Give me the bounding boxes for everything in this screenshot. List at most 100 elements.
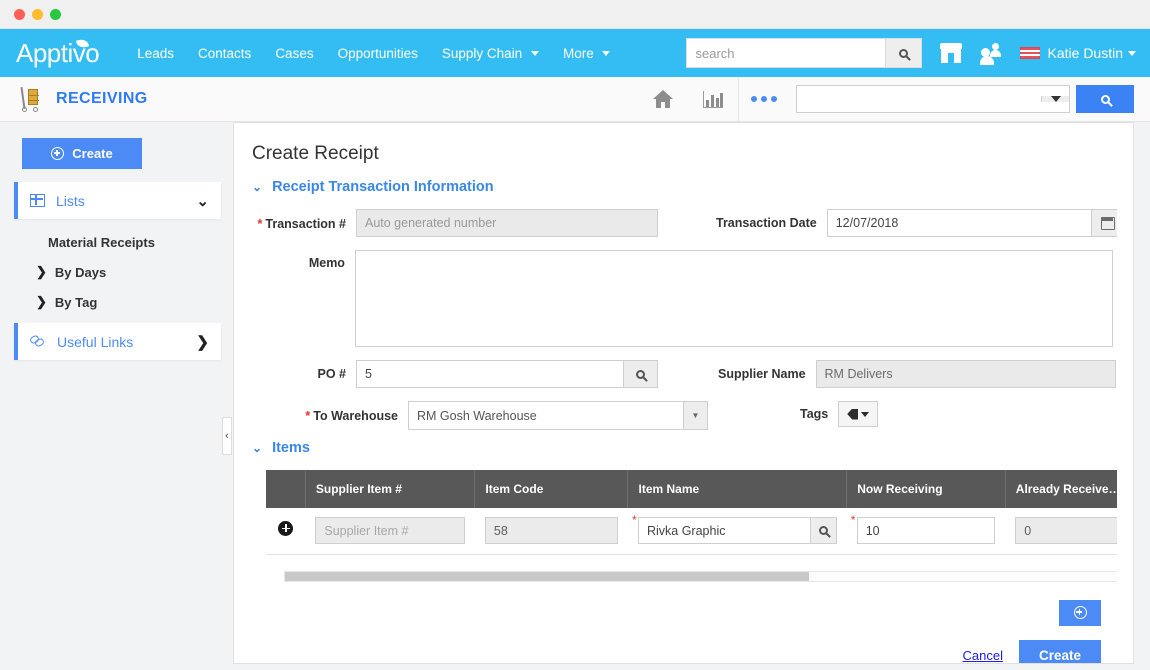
item-name-input[interactable] bbox=[638, 517, 811, 544]
form-row-transaction: *Transaction # Transaction Date bbox=[248, 209, 1113, 237]
add-item-button[interactable] bbox=[1059, 600, 1101, 626]
item-code-input bbox=[485, 517, 618, 544]
transaction-date-input[interactable] bbox=[827, 209, 1092, 237]
sidebar-item-lists[interactable]: Lists ⌄ bbox=[14, 182, 221, 219]
app-window: Apptivo Leads Contacts Cases Opportuniti… bbox=[0, 0, 1150, 670]
bar-chart-icon bbox=[703, 91, 723, 108]
chevron-down-icon[interactable]: ▼ bbox=[683, 402, 707, 429]
more-options-button[interactable] bbox=[738, 77, 788, 122]
form-actions: Cancel Create bbox=[266, 640, 1101, 665]
chevron-right-icon: ❯ bbox=[36, 294, 47, 310]
create-button[interactable]: Create bbox=[22, 138, 142, 169]
reports-button[interactable] bbox=[688, 77, 738, 122]
field-supplier-name: Supplier Name bbox=[718, 360, 1116, 388]
apptivo-logo[interactable]: Apptivo bbox=[16, 38, 99, 69]
chevron-down-icon: ⌄ bbox=[196, 192, 209, 210]
store-button[interactable] bbox=[940, 43, 962, 63]
memo-textarea[interactable] bbox=[355, 250, 1113, 347]
required-marker: * bbox=[257, 216, 262, 231]
search-icon bbox=[899, 49, 908, 58]
items-horizontal-scrollbar[interactable] bbox=[284, 571, 1134, 582]
form-row-po: PO # Supplier Name bbox=[248, 360, 1113, 388]
panel-right-edge bbox=[1117, 123, 1133, 663]
module-search-dropdown-button[interactable] bbox=[1041, 96, 1069, 102]
cell-supplier-item-no bbox=[305, 508, 475, 554]
items-table: Supplier Item # Item Code Item Name Now … bbox=[266, 470, 1134, 555]
store-icon bbox=[940, 43, 962, 63]
section-receipt-transaction-information[interactable]: ⌄ Receipt Transaction Information bbox=[252, 179, 1113, 195]
nav-item-contacts[interactable]: Contacts bbox=[186, 40, 263, 67]
items-table-body: * * bbox=[266, 508, 1134, 554]
close-window-button[interactable] bbox=[14, 9, 25, 20]
nav-item-opportunities-label: Opportunities bbox=[338, 46, 418, 61]
link-icon bbox=[30, 335, 46, 348]
items-table-head: Supplier Item # Item Code Item Name Now … bbox=[266, 470, 1134, 508]
nav-item-contacts-label: Contacts bbox=[198, 46, 251, 61]
nav-item-supply-chain[interactable]: Supply Chain bbox=[430, 40, 551, 67]
nav-item-supply-chain-label: Supply Chain bbox=[442, 46, 522, 61]
column-header-item-code: Item Code bbox=[475, 470, 628, 508]
nav-item-cases[interactable]: Cases bbox=[263, 40, 325, 67]
main-nav-links: Leads Contacts Cases Opportunities Suppl… bbox=[125, 40, 622, 67]
field-transaction-date-label: Transaction Date bbox=[716, 216, 827, 230]
po-no-input[interactable] bbox=[356, 360, 624, 388]
sidebar-collapse-handle[interactable]: ‹ bbox=[222, 417, 232, 455]
add-row-icon[interactable] bbox=[278, 521, 293, 536]
now-receiving-input[interactable] bbox=[857, 517, 996, 544]
traffic-lights bbox=[14, 9, 61, 20]
search-icon bbox=[819, 526, 828, 535]
global-search-button[interactable] bbox=[885, 39, 921, 67]
form-row-memo: Memo bbox=[248, 250, 1113, 347]
cancel-button[interactable]: Cancel bbox=[963, 648, 1003, 663]
sidebar-item-by-days[interactable]: ❯ By Days bbox=[14, 264, 221, 280]
nav-item-leads[interactable]: Leads bbox=[125, 40, 186, 67]
field-tags-label: Tags bbox=[800, 407, 838, 421]
items-table-wrapper: Supplier Item # Item Code Item Name Now … bbox=[266, 470, 1113, 664]
sidebar-item-by-days-label: By Days bbox=[55, 265, 106, 280]
item-name-lookup-button[interactable] bbox=[811, 517, 837, 544]
window-titlebar bbox=[0, 0, 1150, 29]
plus-circle-icon bbox=[51, 147, 64, 160]
create-button-label: Create bbox=[72, 146, 112, 161]
module-search-input[interactable] bbox=[797, 86, 1041, 112]
sidebar-item-by-tag[interactable]: ❯ By Tag bbox=[14, 294, 221, 310]
section-items[interactable]: ⌄ Items bbox=[252, 440, 1113, 456]
supplier-item-no-input[interactable] bbox=[315, 517, 465, 544]
user-menu[interactable]: Katie Dustin bbox=[1020, 45, 1136, 61]
minimize-window-button[interactable] bbox=[32, 9, 43, 20]
scrollbar-thumb[interactable] bbox=[285, 572, 809, 581]
form-row-warehouse: *To Warehouse RM Gosh Warehouse ▼ Tags bbox=[248, 401, 1113, 430]
module-toolbar bbox=[638, 77, 1150, 122]
people-icon bbox=[980, 43, 1002, 64]
create-receipt-button[interactable]: Create bbox=[1019, 640, 1101, 665]
global-search-input[interactable] bbox=[687, 39, 885, 67]
to-warehouse-select[interactable]: RM Gosh Warehouse ▼ bbox=[408, 401, 708, 430]
cell-item-code bbox=[475, 508, 628, 554]
sidebar-item-useful-links[interactable]: Useful Links ❯ bbox=[14, 323, 221, 360]
sidebar-item-material-receipts[interactable]: Material Receipts bbox=[14, 235, 221, 250]
nav-item-opportunities[interactable]: Opportunities bbox=[326, 40, 430, 67]
tags-button[interactable] bbox=[838, 401, 878, 427]
people-button[interactable] bbox=[980, 43, 1002, 64]
module-header: RECEIVING bbox=[0, 77, 1150, 122]
module-search-submit-button[interactable] bbox=[1076, 85, 1134, 113]
chevron-right-icon: ❯ bbox=[36, 264, 47, 280]
field-po-no: PO # bbox=[248, 360, 658, 388]
nav-item-more[interactable]: More bbox=[551, 40, 623, 67]
home-button[interactable] bbox=[638, 77, 688, 122]
transaction-no-input[interactable] bbox=[356, 209, 658, 237]
page-title: Create Receipt bbox=[252, 143, 1113, 165]
field-to-warehouse: *To Warehouse RM Gosh Warehouse ▼ bbox=[248, 401, 708, 430]
po-lookup-button[interactable] bbox=[624, 360, 658, 388]
field-transaction-date: Transaction Date bbox=[716, 209, 1126, 237]
field-memo-label: Memo bbox=[248, 250, 355, 270]
app-body: Create Lists ⌄ Material Receipts ❯ By Da… bbox=[0, 122, 1150, 670]
maximize-window-button[interactable] bbox=[50, 9, 61, 20]
required-marker: * bbox=[305, 408, 310, 423]
nav-item-leads-label: Leads bbox=[137, 46, 174, 61]
calendar-icon bbox=[1101, 217, 1115, 230]
user-name-label: Katie Dustin bbox=[1048, 45, 1123, 61]
section-transaction-title: Receipt Transaction Information bbox=[272, 179, 494, 195]
nav-item-more-label: More bbox=[563, 46, 594, 61]
main-panel: Create Receipt ⌄ Receipt Transaction Inf… bbox=[233, 122, 1134, 664]
